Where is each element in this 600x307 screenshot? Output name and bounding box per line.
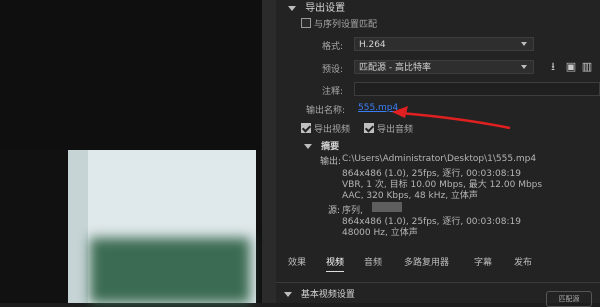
summary-output-line: AAC, 320 Kbps, 48 kHz, 立体声 [342,191,478,201]
basic-video-settings-header[interactable]: 基本视频设置 [284,287,355,300]
video-preview-area [0,0,262,303]
basic-video-settings-title: 基本视频设置 [300,290,355,300]
save-preset-icon[interactable]: ▣ [564,61,578,73]
preview-dark-area [0,0,262,150]
summary-header[interactable]: 摘要 [304,139,339,152]
summary-output-line: C:\Users\Administrator\Desktop\1\555.mp4 [342,154,537,164]
preset-select[interactable]: 匹配源 - 高比特率 [354,60,534,74]
tab-captions[interactable]: 字幕 [474,255,492,268]
chevron-down-icon [521,65,527,69]
delete-preset-icon[interactable]: ▥ [580,61,594,73]
format-value: H.264 [359,40,386,50]
tab-multiplexer[interactable]: 多路复用器 [404,255,449,268]
preview-blurred-content [90,238,250,303]
tab-publish[interactable]: 发布 [514,255,532,268]
export-settings-title: 导出设置 [305,3,346,14]
preset-value: 匹配源 - 高比特率 [359,63,431,73]
settings-tabs: 效果 视频 音频 多路复用器 字幕 发布 [276,255,600,272]
export-audio-checkbox[interactable] [364,123,374,133]
export-video-checkbox[interactable] [301,123,311,133]
redacted-sequence-name [372,202,402,212]
match-sequence-label: 与序列设置匹配 [314,20,378,30]
summary-source-line: 48000 Hz, 立体声 [342,228,418,238]
tab-video[interactable]: 视频 [326,255,345,272]
preset-label: 预设: [322,65,344,75]
format-label: 格式: [322,42,344,52]
import-preset-icon[interactable]: ⭳ [546,61,560,73]
match-source-button[interactable]: 匹配源 [546,291,592,307]
export-settings-header[interactable]: 导出设置 [288,0,345,14]
format-select[interactable]: H.264 [354,37,534,51]
output-name-link[interactable]: 555.mp4 [358,103,398,113]
collapse-triangle-icon[interactable] [304,144,312,149]
tab-audio[interactable]: 音频 [364,255,382,268]
collapse-triangle-icon[interactable] [284,292,292,297]
export-video-label: 导出视频 [314,125,351,135]
tab-effects[interactable]: 效果 [288,255,306,268]
summary-title: 摘要 [321,142,340,152]
preview-shade [68,150,88,303]
preview-image [68,150,256,303]
panel-divider[interactable] [262,0,276,303]
match-sequence-checkbox[interactable] [301,18,311,28]
summary-source-label: 源: [328,206,341,216]
collapse-triangle-icon[interactable] [288,5,296,11]
comment-input[interactable] [354,82,600,96]
comment-label: 注释: [322,87,344,97]
basic-video-settings: 基本视频设置 匹配源 [276,282,600,307]
output-name-label: 输出名称: [306,106,346,116]
export-audio-label: 导出音频 [377,125,414,135]
preview-frame [0,150,262,303]
chevron-down-icon [521,42,527,46]
summary-output-label: 输出: [320,157,342,167]
